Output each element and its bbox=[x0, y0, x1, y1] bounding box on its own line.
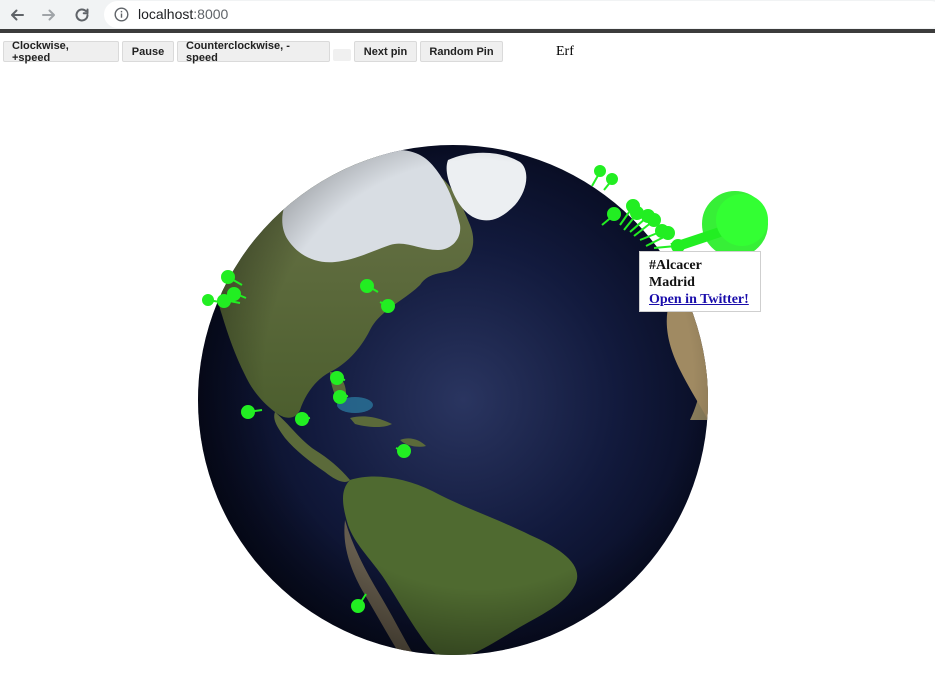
pin-selected[interactable] bbox=[670, 191, 768, 257]
popup-hashtag: #Alcacer bbox=[649, 258, 702, 273]
pin[interactable] bbox=[603, 173, 618, 191]
pin[interactable] bbox=[591, 165, 606, 187]
popup-location: Madrid bbox=[649, 275, 695, 290]
globe-svg[interactable] bbox=[0, 0, 935, 677]
globe-canvas[interactable] bbox=[0, 0, 935, 677]
tweet-popup: #Alcacer Madrid Open in Twitter! bbox=[639, 251, 761, 312]
open-in-twitter-link[interactable]: Open in Twitter! bbox=[649, 292, 749, 307]
